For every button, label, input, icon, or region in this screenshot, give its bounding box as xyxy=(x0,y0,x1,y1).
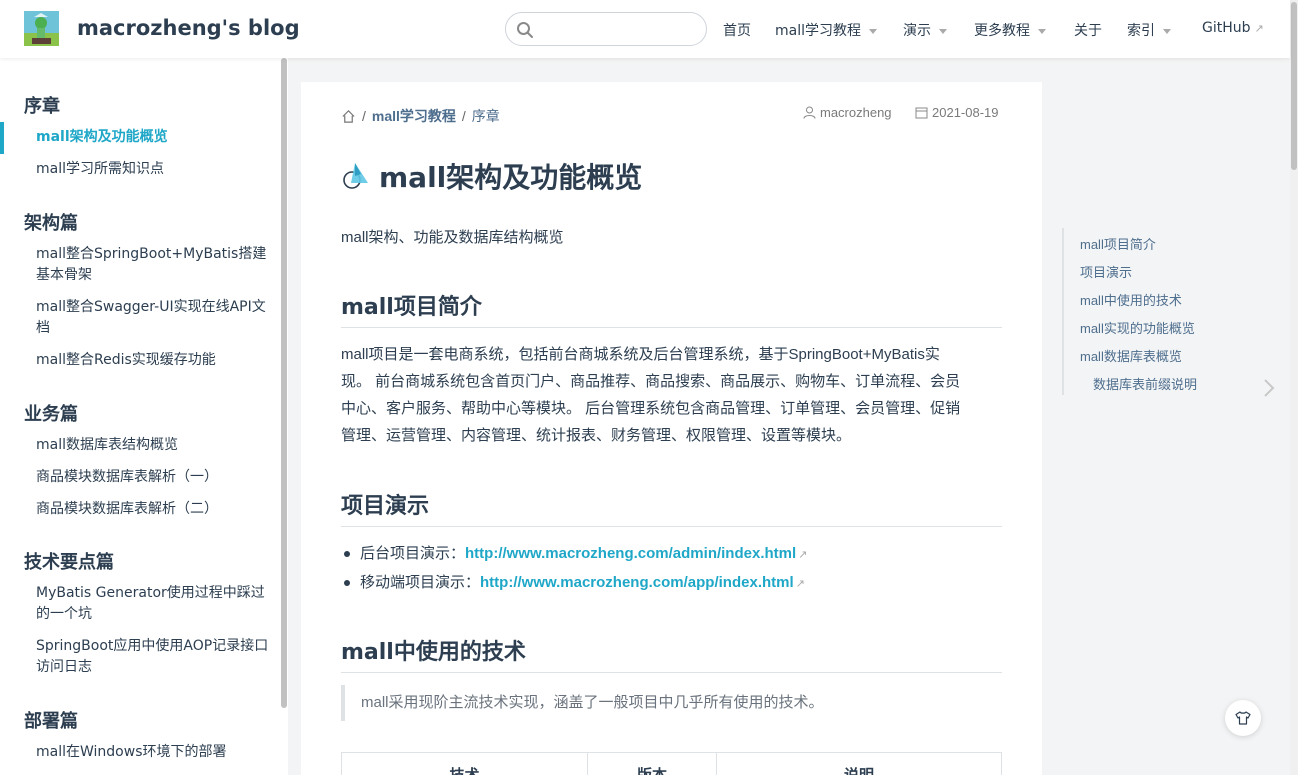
sidebar-item-redis[interactable]: mall整合Redis实现缓存功能 xyxy=(36,350,272,371)
nav-label: 索引 xyxy=(1127,23,1155,39)
sidebar-item-windows-deploy[interactable]: mall在Windows环境下的部署 xyxy=(36,742,272,763)
toc-item[interactable]: 项目演示 xyxy=(1080,262,1132,281)
article-icon xyxy=(343,163,368,189)
home-icon[interactable] xyxy=(341,109,356,124)
demo-links-list: 后台项目演示：http://www.macrozheng.com/admin/i… xyxy=(341,540,807,598)
toc-item[interactable]: mall项目简介 xyxy=(1080,234,1156,253)
date-meta: 2021-08-19 xyxy=(915,105,999,120)
intro-paragraph: mall项目是一套电商系统，包括前台商城系统及后台管理系统，基于SpringBo… xyxy=(341,341,1003,449)
chevron-right-icon[interactable] xyxy=(1262,377,1276,399)
demo-label: 后台项目演示： xyxy=(360,545,466,562)
navbar: macrozheng's blog 首页 mall学习教程 演示 更多教程 关于… xyxy=(0,0,1290,58)
nav-item-home[interactable]: 首页 xyxy=(723,20,751,40)
page-scrollbar[interactable] xyxy=(1290,0,1298,775)
breadcrumb-item[interactable]: 序章 xyxy=(472,106,500,126)
nav-label: 演示 xyxy=(903,23,931,39)
shirt-icon xyxy=(1235,711,1251,725)
sidebar-item-swagger-ui[interactable]: mall整合Swagger-UI实现在线API文档 xyxy=(36,297,272,339)
article-description: mall架构、功能及数据库结构概览 xyxy=(341,229,564,246)
sidebar-item-springboot-mybatis[interactable]: mall整合SpringBoot+MyBatis搭建基本骨架 xyxy=(36,244,272,286)
intro-line: mall项目是一套电商系统，包括前台商城系统及后台管理系统，基于SpringBo… xyxy=(341,346,940,363)
table-header: 技术 xyxy=(341,752,588,775)
nav-item-more-tutorials[interactable]: 更多教程 xyxy=(974,20,1046,40)
nav-label: mall学习教程 xyxy=(775,23,861,39)
sidebar-item-product-db-1[interactable]: 商品模块数据库表解析（一） xyxy=(36,467,272,488)
sidebar-scrollbar[interactable] xyxy=(281,58,287,708)
tech-table: 技术 版本 说明 xyxy=(341,752,1002,775)
section-heading-intro: mall项目简介 xyxy=(341,289,1002,328)
table-of-contents: mall项目简介 项目演示 mall中使用的技术 mall实现的功能概览 mal… xyxy=(1062,228,1262,395)
sidebar-item-db-overview[interactable]: mall数据库表结构概览 xyxy=(36,435,272,456)
user-icon xyxy=(803,106,816,119)
sidebar-item-product-db-2[interactable]: 商品模块数据库表解析（二） xyxy=(36,499,272,520)
publish-date: 2021-08-19 xyxy=(932,105,999,120)
author-name: macrozheng xyxy=(820,105,892,120)
sidebar-group-title[interactable]: 业务篇 xyxy=(24,400,78,426)
sidebar-item-mall-knowledge[interactable]: mall学习所需知识点 xyxy=(36,159,272,180)
table-header-row: 技术 版本 说明 xyxy=(341,752,1002,775)
nav-label: 首页 xyxy=(723,23,751,39)
sidebar-group-title[interactable]: 部署篇 xyxy=(24,707,78,733)
calendar-icon xyxy=(915,107,928,119)
toc-item[interactable]: mall数据库表概览 xyxy=(1080,346,1182,365)
sidebar: 序章 mall架构及功能概览 mall学习所需知识点 架构篇 mall整合Spr… xyxy=(0,58,288,775)
search-icon xyxy=(517,22,533,38)
sidebar-item-mybatis-generator[interactable]: MyBatis Generator使用过程中踩过的一个坑 xyxy=(36,583,272,625)
chevron-down-icon xyxy=(939,28,947,34)
site-name[interactable]: macrozheng's blog xyxy=(77,16,300,40)
sidebar-item-aop-logging[interactable]: SpringBoot应用中使用AOP记录接口访问日志 xyxy=(36,636,272,678)
nav-item-index[interactable]: 索引 xyxy=(1127,20,1171,40)
search-box[interactable] xyxy=(505,12,707,46)
sidebar-group-title[interactable]: 序章 xyxy=(24,92,60,118)
nav-label: 更多教程 xyxy=(974,23,1030,39)
tech-quote: mall采用现阶主流技术实现，涵盖了一般项目中几乎所有使用的技术。 xyxy=(341,685,1002,721)
sidebar-group-title[interactable]: 技术要点篇 xyxy=(24,548,114,574)
toc-item-sub[interactable]: 数据库表前缀说明 xyxy=(1093,374,1197,393)
chevron-down-icon xyxy=(1038,28,1046,34)
breadcrumb-separator: / xyxy=(362,108,366,124)
breadcrumb: / mall学习教程 / 序章 xyxy=(341,106,500,126)
demo-label: 移动端项目演示： xyxy=(360,574,481,591)
breadcrumb-separator: / xyxy=(461,108,466,124)
nav-label: 关于 xyxy=(1074,23,1102,39)
nav-item-mall-tutorial[interactable]: mall学习教程 xyxy=(775,20,877,40)
site-logo[interactable] xyxy=(24,11,59,46)
page-title: mall架构及功能概览 xyxy=(341,156,642,196)
page-title-text: mall架构及功能概览 xyxy=(379,161,643,194)
nav-item-demo[interactable]: 演示 xyxy=(903,20,947,40)
nav-item-about[interactable]: 关于 xyxy=(1074,20,1102,40)
admin-demo-link[interactable]: http://www.macrozheng.com/admin/index.ht… xyxy=(465,545,796,562)
table-header: 说明 xyxy=(716,752,1002,775)
intro-line: 现。 前台商城系统包含首页门户、商品推荐、商品搜索、商品展示、购物车、订单流程、… xyxy=(341,373,961,390)
sidebar-active-indicator xyxy=(0,122,4,154)
list-item: 移动端项目演示：http://www.macrozheng.com/app/in… xyxy=(341,569,807,598)
list-item: 后台项目演示：http://www.macrozheng.com/admin/i… xyxy=(341,540,807,569)
scrollbar-thumb[interactable] xyxy=(1291,2,1297,170)
sidebar-item-mall-overview[interactable]: mall架构及功能概览 xyxy=(36,127,272,148)
author-meta: macrozheng xyxy=(803,105,892,120)
table-header: 版本 xyxy=(587,752,717,775)
chevron-down-icon xyxy=(869,28,877,34)
app-demo-link[interactable]: http://www.macrozheng.com/app/index.html xyxy=(480,574,794,591)
intro-line: 管理、运营管理、内容管理、统计报表、财务管理、权限管理、设置等模块。 xyxy=(341,427,852,444)
external-link-icon: ↗ xyxy=(795,578,805,590)
toc-item[interactable]: mall实现的功能概览 xyxy=(1080,318,1195,337)
external-link-icon: ↗ xyxy=(798,549,808,561)
sidebar-group-title[interactable]: 架构篇 xyxy=(24,209,78,235)
chevron-down-icon xyxy=(1163,28,1171,34)
article-page: / mall学习教程 / 序章 macrozheng 2021-08-19 ma… xyxy=(301,82,1042,775)
nav-item-github[interactable]: GitHub ↗ xyxy=(1202,20,1264,36)
intro-line: 中心、客户服务、帮助中心等模块。 后台管理系统包含商品管理、订单管理、会员管理、… xyxy=(341,400,961,417)
toc-item[interactable]: mall中使用的技术 xyxy=(1080,290,1182,309)
section-heading-demo: 项目演示 xyxy=(341,488,1002,527)
external-link-icon: ↗ xyxy=(1254,22,1264,35)
breadcrumb-item[interactable]: mall学习教程 xyxy=(372,106,456,126)
theme-toggle-button[interactable] xyxy=(1225,700,1261,736)
nav-label: GitHub xyxy=(1202,20,1251,36)
section-heading-tech: mall中使用的技术 xyxy=(341,634,1002,673)
search-input[interactable] xyxy=(540,19,700,41)
